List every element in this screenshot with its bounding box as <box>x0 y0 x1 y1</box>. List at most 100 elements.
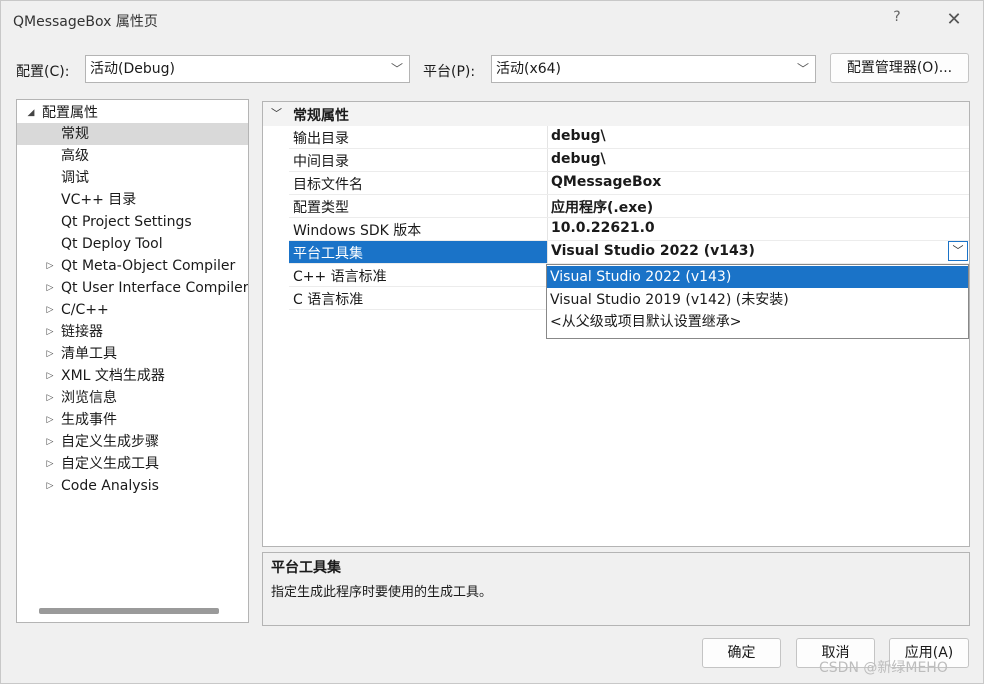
tree-item-label: 配置属性 <box>42 105 98 121</box>
property-name: 目标文件名 <box>293 177 363 193</box>
horizontal-scrollbar[interactable] <box>39 608 219 614</box>
collapsed-arrow-icon[interactable]: ▷ <box>44 255 56 277</box>
category-general-properties[interactable]: ﹀ 常规属性 <box>263 102 969 126</box>
description-panel: 平台工具集 指定生成此程序时要使用的生成工具。 <box>262 552 970 626</box>
collapsed-arrow-icon[interactable]: ▷ <box>44 475 56 497</box>
tree-item-build-events[interactable]: ▷ 生成事件 <box>17 409 248 431</box>
tree-item-qt-deploy-tool[interactable]: Qt Deploy Tool <box>17 233 248 255</box>
collapsed-arrow-icon[interactable]: ▷ <box>44 453 56 475</box>
chevron-down-icon: ﹀ <box>390 62 403 76</box>
column-divider <box>547 172 548 194</box>
dropdown-option[interactable]: Visual Studio 2019 (v142) (未安装) <box>547 289 968 311</box>
tree-item-label: 浏览信息 <box>61 390 117 406</box>
property-value[interactable]: QMessageBox <box>551 174 661 190</box>
expanded-arrow-icon[interactable]: ◢ <box>25 102 37 124</box>
tree-item-c-cpp[interactable]: ▷ C/C++ <box>17 299 248 321</box>
tree-item-config-properties[interactable]: ◢ 配置属性 <box>17 102 248 124</box>
property-name: Windows SDK 版本 <box>293 223 422 239</box>
tree-item-general[interactable]: 常规 <box>17 123 248 145</box>
collapsed-arrow-icon[interactable]: ▷ <box>44 343 56 365</box>
property-row-platform-toolset[interactable]: 平台工具集 Visual Studio 2022 (v143) <box>289 241 969 264</box>
platform-combobox[interactable]: 活动(x64) ﹀ <box>491 55 816 83</box>
tree-item-label: Qt User Interface Compiler <box>61 280 249 296</box>
property-row[interactable]: 目标文件名 QMessageBox <box>289 172 969 195</box>
collapsed-arrow-icon[interactable]: ▷ <box>44 277 56 299</box>
tree-item-code-analysis[interactable]: ▷ Code Analysis <box>17 475 248 497</box>
property-name: C 语言标准 <box>293 292 364 308</box>
tree-item-vc-directories[interactable]: VC++ 目录 <box>17 189 248 211</box>
dropdown-option[interactable]: <从父级或项目默认设置继承> <box>547 311 968 333</box>
property-value[interactable]: 应用程序(.exe) <box>551 197 653 217</box>
tree-item-custom-build-tool[interactable]: ▷ 自定义生成工具 <box>17 453 248 475</box>
tree-item-label: C/C++ <box>61 302 109 318</box>
collapsed-arrow-icon[interactable]: ▷ <box>44 409 56 431</box>
close-icon[interactable]: ✕ <box>941 7 967 33</box>
tree-item-label: 清单工具 <box>61 346 117 362</box>
collapsed-arrow-icon[interactable]: ▷ <box>44 431 56 453</box>
tree-item-qt-project-settings[interactable]: Qt Project Settings <box>17 211 248 233</box>
watermark: CSDN @新绿MEHO <box>819 660 948 676</box>
tree-item-label: Qt Deploy Tool <box>61 236 163 252</box>
config-value: 活动(Debug) <box>90 61 175 77</box>
column-divider <box>547 218 548 240</box>
tree-item-custom-build-step[interactable]: ▷ 自定义生成步骤 <box>17 431 248 453</box>
tree-item-advanced[interactable]: 高级 <box>17 145 248 167</box>
tree-item-label: 高级 <box>61 148 89 164</box>
dropdown-toggle-icon[interactable]: ﹀ <box>948 241 968 261</box>
tree-item-manifest-tool[interactable]: ▷ 清单工具 <box>17 343 248 365</box>
tree-item-qt-moc[interactable]: ▷ Qt Meta-Object Compiler <box>17 255 248 277</box>
tree-item-label: 常规 <box>61 126 89 142</box>
tree-item-label: 链接器 <box>61 324 103 340</box>
property-name: 配置类型 <box>293 200 349 216</box>
platform-label: 平台(P): <box>423 64 476 80</box>
title-bar: QMessageBox 属性页 ? ✕ <box>1 1 984 39</box>
description-text: 指定生成此程序时要使用的生成工具。 <box>271 585 493 600</box>
property-value[interactable]: Visual Studio 2022 (v143) <box>551 243 755 259</box>
property-name: C++ 语言标准 <box>293 269 387 285</box>
tree-item-debugging[interactable]: 调试 <box>17 167 248 189</box>
chevron-down-icon[interactable]: ﹀ <box>271 105 282 121</box>
chevron-down-icon: ﹀ <box>796 62 809 76</box>
property-row[interactable]: 配置类型 应用程序(.exe) <box>289 195 969 218</box>
property-name: 中间目录 <box>293 154 349 170</box>
property-row[interactable]: Windows SDK 版本 10.0.22621.0 <box>289 218 969 241</box>
tree-item-label: 自定义生成工具 <box>61 456 159 472</box>
tree-item-label: XML 文档生成器 <box>61 368 165 384</box>
toolset-dropdown-list: Visual Studio 2022 (v143) Visual Studio … <box>546 264 969 339</box>
tree-item-label: Code Analysis <box>61 478 159 494</box>
collapsed-arrow-icon[interactable]: ▷ <box>44 365 56 387</box>
collapsed-arrow-icon[interactable]: ▷ <box>44 299 56 321</box>
tree-item-label: 调试 <box>61 170 89 186</box>
column-divider <box>547 195 548 217</box>
tree-item-label: VC++ 目录 <box>61 192 137 208</box>
config-tree: ◢ 配置属性 常规 高级 调试 VC++ 目录 Qt Project Setti… <box>16 99 249 623</box>
platform-value: 活动(x64) <box>496 61 562 77</box>
collapsed-arrow-icon[interactable]: ▷ <box>44 321 56 343</box>
property-row[interactable]: 中间目录 debug\ <box>289 149 969 172</box>
tree-item-label: Qt Meta-Object Compiler <box>61 258 236 274</box>
collapsed-arrow-icon[interactable]: ▷ <box>44 387 56 409</box>
help-icon[interactable]: ? <box>885 9 909 31</box>
property-pages-dialog: QMessageBox 属性页 ? ✕ 配置(C): 活动(Debug) ﹀ 平… <box>0 0 984 684</box>
tree-item-browse-info[interactable]: ▷ 浏览信息 <box>17 387 248 409</box>
dropdown-option[interactable]: Visual Studio 2022 (v143) <box>547 266 968 288</box>
ok-button[interactable]: 确定 <box>702 638 781 668</box>
tree-item-label: 自定义生成步骤 <box>61 434 159 450</box>
column-divider <box>547 241 548 263</box>
tree-item-label: Qt Project Settings <box>61 214 192 230</box>
category-label: 常规属性 <box>293 108 349 124</box>
property-name: 输出目录 <box>293 131 349 147</box>
property-value[interactable]: debug\ <box>551 151 606 167</box>
tree-item-xml-doc-generator[interactable]: ▷ XML 文档生成器 <box>17 365 248 387</box>
tree-item-label: 生成事件 <box>61 412 117 428</box>
column-divider <box>547 126 548 148</box>
property-value[interactable]: debug\ <box>551 128 606 144</box>
config-combobox[interactable]: 活动(Debug) ﹀ <box>85 55 410 83</box>
property-row[interactable]: 输出目录 debug\ <box>289 126 969 149</box>
config-manager-button[interactable]: 配置管理器(O)... <box>830 53 969 83</box>
window-title: QMessageBox 属性页 <box>13 14 158 30</box>
tree-item-linker[interactable]: ▷ 链接器 <box>17 321 248 343</box>
property-value[interactable]: 10.0.22621.0 <box>551 220 655 236</box>
config-label: 配置(C): <box>16 64 70 80</box>
tree-item-qt-uic[interactable]: ▷ Qt User Interface Compiler <box>17 277 248 299</box>
